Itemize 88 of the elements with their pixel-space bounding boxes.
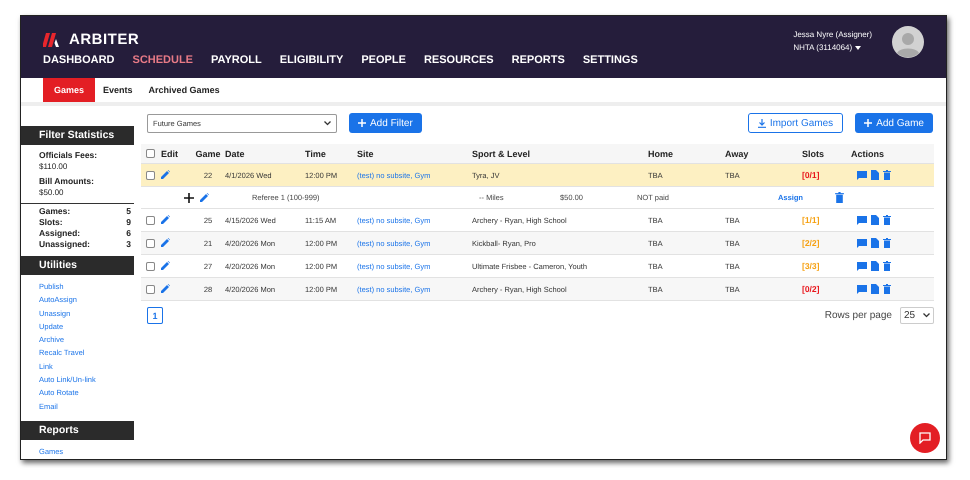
edit-icon[interactable] [161,214,170,224]
plus-icon [864,119,872,127]
rows-per-page-label: Rows per page [824,310,892,321]
section-header: Filter Statistics [21,126,134,145]
sub-tab[interactable]: Events [95,78,141,102]
nav-link[interactable]: RESOURCES [424,54,494,66]
stat-value: 5 [126,206,131,217]
plus-icon [358,119,366,127]
slots-count: [1/1] [802,215,820,225]
stat-label: Officials Fees: [39,150,98,160]
stat-value: 3 [126,239,131,250]
column-header: Home [648,148,674,158]
section-header: Reports [21,420,134,440]
slots-count: [0/1] [802,170,820,180]
page-button[interactable]: 1 [147,307,163,324]
slots-count: [2/2] [802,238,820,248]
trash-icon[interactable] [835,192,844,203]
slots-count: [0/2] [802,284,820,294]
document-icon[interactable] [871,215,879,225]
comment-icon[interactable] [857,284,867,294]
chat-button[interactable] [910,423,940,453]
row-checkbox[interactable] [146,238,155,248]
column-header: Site [357,148,375,158]
column-header: Away [725,148,750,158]
column-header: Slots [802,148,826,158]
avatar-icon[interactable] [892,26,924,58]
sub-tab[interactable]: Archived Games [140,78,228,102]
trash-icon[interactable] [883,215,891,225]
nav-link[interactable]: PAYROLL [211,54,262,66]
column-header: Game [194,148,222,158]
plus-icon[interactable] [184,192,194,202]
stat-label: Assigned: [39,228,80,239]
row-checkbox[interactable] [146,262,155,270]
stat-label: Slots: [39,217,63,228]
column-header: Time [305,148,327,158]
edit-icon[interactable] [161,238,170,246]
column-header: Actions [851,148,886,158]
column-header: Edit [161,148,179,158]
nav-link[interactable]: PEOPLE [361,54,406,66]
import-button[interactable]: Import Games [748,113,844,133]
stat-value: 9 [126,217,131,228]
stat-value: $110.00 [39,162,68,171]
sub-tab[interactable]: Games [43,78,96,102]
document-icon[interactable] [871,261,879,271]
document-icon[interactable] [871,238,879,248]
slots-count: [3/3] [802,261,820,271]
edit-icon[interactable] [161,260,170,270]
nav-link[interactable]: SCHEDULE [132,54,194,66]
org-dropdown[interactable]: NHTA (3114064) [793,43,872,52]
trash-icon[interactable] [883,284,891,294]
nav-link[interactable]: REPORTS [512,54,565,66]
comment-icon[interactable] [857,170,867,180]
chevron-icon [324,120,331,126]
stat-value: 6 [126,228,131,239]
comment-icon[interactable] [857,238,867,248]
edit-icon[interactable] [161,284,170,292]
column-header: Date [225,148,246,158]
document-icon[interactable] [871,170,879,180]
nav-link[interactable]: ELIGIBILITY [280,54,344,66]
download-icon [758,118,766,128]
edit-icon[interactable] [200,193,209,202]
stat-label: Unassigned: [39,239,90,250]
caret-icon [855,46,862,50]
add-filter-button[interactable]: Add Filter [349,113,422,133]
logo-text: ARBITER [69,31,140,48]
row-checkbox[interactable] [146,284,155,294]
column-header: Sport & Level [472,148,532,158]
add-game-button[interactable]: Add Game [855,113,933,133]
row-checkbox[interactable] [146,216,155,224]
comment-icon[interactable] [857,262,867,270]
section-header: Utilities [21,256,134,275]
row-checkbox[interactable] [146,170,155,180]
stat-label: Games: [39,206,70,217]
select-all-checkbox[interactable] [146,149,155,158]
chevron-icon [923,313,930,318]
trash-icon[interactable] [883,170,891,180]
user-name: Jessa Nyre (Assigner) [793,30,872,39]
comment-icon[interactable] [857,216,867,224]
edit-icon[interactable] [161,170,170,178]
trash-icon[interactable] [883,261,891,271]
stat-value: $50.00 [39,188,64,197]
document-icon[interactable] [871,284,879,294]
rows-per-page-select[interactable]: 25 [900,307,934,324]
nav-link[interactable]: SETTINGS [582,54,638,66]
trash-icon[interactable] [883,238,891,248]
stat-label: Bill Amounts: [39,176,95,186]
nav-link[interactable]: DASHBOARD [43,54,114,66]
chat-icon [919,432,931,444]
